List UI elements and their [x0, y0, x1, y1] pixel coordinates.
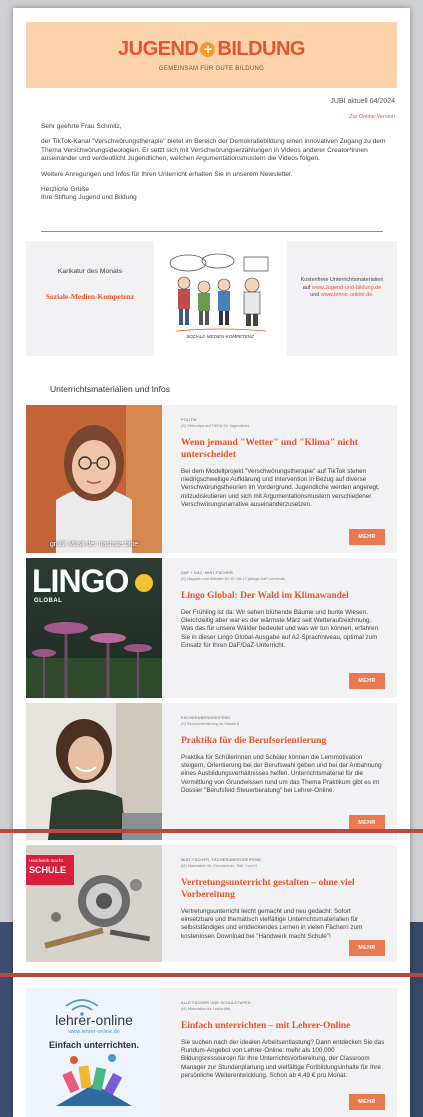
card-thumbnail[interactable]: Handwerk macht SCHULE	[26, 845, 162, 962]
handwerk-badge: Handwerk macht SCHULE	[26, 855, 74, 885]
logo-text-right: BILDUNG	[217, 38, 305, 60]
text-und: und	[310, 292, 320, 298]
article-card-vertretung: Handwerk macht SCHULE MINT-FÄCHER, FÄCHE…	[26, 845, 397, 962]
cartoon-caption: SOZIALE-MEDIEN-KOMPETENZ	[186, 334, 254, 339]
cartoon-image[interactable]: SOZIALE-MEDIEN-KOMPETENZ	[166, 251, 274, 349]
card-category: POLITIK	[181, 418, 197, 422]
lehrer-online-url: www.lehrer-online.de	[68, 1029, 120, 1035]
card-text: Praktika für Schülerinnen und Schüler kö…	[181, 754, 382, 794]
article-card-lehrer-online: lehrer-online www.lehrer-online.de Einfa…	[26, 988, 397, 1117]
free-materials-panel: Kostenfreie Unterrichtsmaterialien auf w…	[287, 241, 397, 356]
article-card-lingo: LINGO GLOBAL DAF + DAZ, MINT-FÄCHER (S) …	[26, 558, 397, 698]
card-body: FÄCHERÜBERGREIFEND (S) Berufsorientierun…	[181, 703, 385, 795]
newsletter-header: JUGEND + BILDUNG GEMEINSAM FÜR GUTE BILD…	[26, 22, 397, 88]
card-subcategory: (S) Videoclips auf TikTok für Jugendlich…	[181, 424, 250, 428]
card-text: Der Frühling ist da: Wir sehen blühende …	[181, 609, 379, 649]
red-separator-bottom	[0, 973, 423, 977]
cartoon-subtitle[interactable]: Soziale-Medien-Kompetenz	[26, 292, 154, 302]
card-subcategory: (M) Materialien für Lehrkräfte	[181, 1007, 230, 1011]
logo-text-left: JUGEND	[118, 38, 199, 60]
tagline: GEMEINSAM FÜR GUTE BILDUNG	[158, 66, 265, 72]
video-caption: grüßt Müsli der nächste bitte	[49, 541, 139, 548]
online-version-link[interactable]: Zur Online-Version	[349, 114, 395, 120]
lingo-logo: LINGO	[32, 563, 129, 599]
article-card-tiktok: grüßt Müsli der nächste bitte POLITIK (S…	[26, 405, 397, 553]
text-auf: auf	[302, 284, 311, 291]
badge-line2: SCHULE	[29, 865, 67, 875]
card-body: MINT-FÄCHER, FÄCHERÜBERGREIFEND (M) Mate…	[181, 845, 385, 941]
intro-letter: Sehr geehrte Frau Schmitz, der TikTok-Ka…	[41, 123, 391, 210]
closing-line: Herzliche Grüße	[41, 186, 90, 194]
card-title[interactable]: Vertretungsunterricht gestalten – ohne v…	[181, 877, 385, 901]
cartoon-of-month-block: Karikatur des Monats Soziale-Medien-Komp…	[26, 241, 397, 356]
card-thumbnail[interactable]: LINGO GLOBAL	[26, 558, 162, 698]
free-materials-line3: und www.lehrer-online.de.	[287, 292, 397, 300]
closing: Herzliche Grüße Ihre Stiftung Jugend und…	[41, 186, 391, 203]
card-title[interactable]: Wenn jemand "Wetter" und "Klima" nicht u…	[181, 437, 385, 461]
mehr-button[interactable]: MEHR	[349, 1094, 385, 1110]
issue-label: JUBI aktuell 04/2024	[330, 98, 395, 105]
card-text: Sie suchen nach der idealen Arbeitsentla…	[181, 1039, 385, 1079]
lehrer-online-brand: lehrer-online	[55, 1012, 133, 1028]
card-thumbnail[interactable]	[26, 703, 162, 840]
mehr-button[interactable]: MEHR	[349, 529, 385, 545]
card-category: FÄCHERÜBERGREIFEND	[181, 716, 231, 720]
mehr-button[interactable]: MEHR	[349, 673, 385, 689]
card-thumbnail[interactable]: lehrer-online www.lehrer-online.de Einfa…	[26, 988, 162, 1117]
divider	[41, 231, 383, 232]
card-subcategory: (S) Berufsorientierung ab Klasse 8	[181, 722, 240, 726]
intro-paragraph: der TikTok-Kanal "Verschwörungstherapie"…	[41, 138, 386, 163]
newsletter-sheet: JUGEND + BILDUNG GEMEINSAM FÜR GUTE BILD…	[13, 8, 410, 1117]
cartoon-info-panel: Karikatur des Monats Soziale-Medien-Komp…	[26, 241, 154, 356]
mehr-button[interactable]: MEHR	[349, 940, 385, 956]
card-body: DAF + DAZ, MINT-FÄCHER (S) Magazin und W…	[181, 558, 385, 650]
card-subcategory: (S) Magazin und Website für 15- bis 17-j…	[181, 577, 285, 581]
card-subcategory: (M) Materialien für Grundschule, Sek. I …	[181, 864, 257, 868]
card-title[interactable]: Lingo Global: Der Wald im Klimawandel	[181, 590, 385, 602]
card-thumbnail[interactable]: grüßt Müsli der nächste bitte	[26, 405, 162, 553]
plus-icon: +	[200, 42, 216, 57]
card-title[interactable]: Einfach unterrichten – mit Lehrer-Online	[181, 1020, 385, 1032]
card-body: POLITIK (S) Videoclips auf TikTok für Ju…	[181, 405, 385, 509]
card-text: Vertretungsunterricht leicht gemacht und…	[181, 908, 363, 940]
cartoon-title: Karikatur des Monats	[57, 268, 123, 275]
greeting: Sehr geehrte Frau Schmitz,	[41, 123, 122, 130]
link-jugend-und-bildung[interactable]: www.Jugend-und-bildung.de	[312, 285, 381, 291]
brand-logo[interactable]: JUGEND + BILDUNG	[26, 38, 397, 61]
free-materials-text: Kostenfreie Unterrichtsmaterialien	[300, 277, 384, 283]
card-category: MINT-FÄCHER, FÄCHERÜBERGREIFEND	[181, 858, 262, 862]
newsletter-paragraph: Weitere Anregungen und Infos für Ihren U…	[41, 170, 293, 178]
lingo-sub: GLOBAL	[34, 598, 63, 604]
link-lehrer-online[interactable]: www.lehrer-online.de.	[321, 292, 374, 298]
signature-line: Ihre Stiftung Jugend und Bildung	[41, 194, 137, 202]
red-separator-top	[0, 829, 423, 833]
card-category: ALLE FÄCHER UND SCHULSTUFEN	[181, 1001, 251, 1005]
card-title[interactable]: Praktika für die Berufsorientierung	[181, 735, 385, 747]
card-body: ALLE FÄCHER UND SCHULSTUFEN (M) Material…	[181, 988, 385, 1080]
article-card-praktika: FÄCHERÜBERGREIFEND (S) Berufsorientierun…	[26, 703, 397, 840]
lehrer-online-slogan: Einfach unterrichten.	[48, 1040, 139, 1050]
card-category: DAF + DAZ, MINT-FÄCHER	[181, 571, 233, 575]
free-materials-line2: auf www.Jugend-und-bildung.de	[287, 285, 397, 293]
card-text: Bei dem Modellprojekt "Verschwörungsther…	[181, 468, 380, 508]
section-title: Unterrichtsmaterialien und Infos	[50, 384, 171, 394]
